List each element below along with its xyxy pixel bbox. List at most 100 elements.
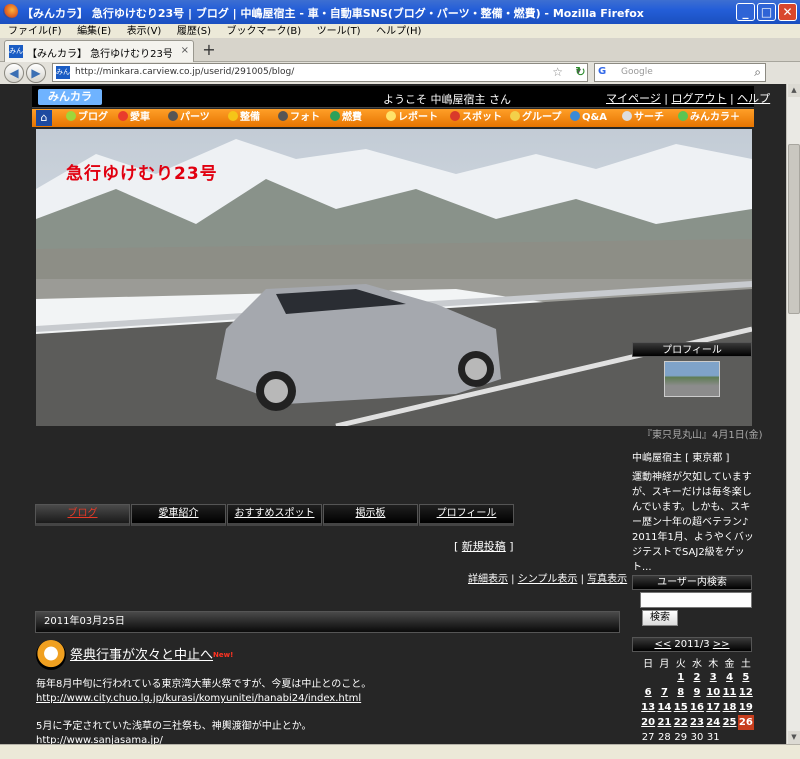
nav-item-1[interactable]: 愛車 (118, 111, 150, 125)
blog-title[interactable]: 急行ゆけむり23号 (66, 159, 218, 184)
entry-link[interactable]: http://www.city.chuo.lg.jp/kurasi/komyun… (36, 692, 616, 706)
new-badge: New! (213, 651, 234, 659)
maximize-button[interactable]: □ (757, 3, 776, 21)
minimize-button[interactable]: _ (736, 3, 755, 21)
nav-item-label: ブログ (78, 112, 108, 123)
user-search-input[interactable] (640, 592, 752, 608)
bookmark-star-icon[interactable]: ☆ (552, 65, 563, 79)
nav-item-5[interactable]: 燃費 (330, 111, 362, 125)
nav-item-2[interactable]: パーツ (168, 111, 210, 125)
user-search-button[interactable]: 検索 (642, 610, 678, 626)
simple-view-link[interactable]: シンプル表示 (518, 574, 578, 585)
menu-tools[interactable]: ツール(T) (317, 25, 361, 39)
entry-date: 2011年03月25日 (35, 611, 620, 633)
minkara-logo[interactable]: みんカラ (38, 89, 102, 105)
nav-item-10[interactable]: サーチ (622, 111, 664, 125)
calendar-day[interactable]: 24 (705, 715, 721, 730)
google-icon[interactable]: G (598, 66, 612, 80)
calendar-day[interactable]: 14 (656, 700, 672, 715)
tab-board[interactable]: 掲示板 (323, 504, 418, 526)
calendar-day (640, 670, 656, 685)
calendar-day[interactable]: 7 (656, 685, 672, 700)
nav-item-icon (330, 111, 340, 121)
nav-item-8[interactable]: グループ (510, 111, 561, 125)
tab-spot[interactable]: おすすめスポット (227, 504, 322, 526)
new-post-link[interactable]: 新規投稿 (462, 540, 506, 553)
calendar-day[interactable]: 8 (673, 685, 689, 700)
profile-name-link[interactable]: 中嶋屋宿主 (632, 453, 682, 464)
new-tab-button[interactable]: + (198, 41, 220, 61)
scroll-down-icon[interactable]: ▼ (788, 731, 800, 744)
scroll-up-icon[interactable]: ▲ (788, 84, 800, 97)
entry-link[interactable]: http://www.sanjasama.jp/ (36, 734, 616, 744)
calendar-prev-link[interactable]: << (654, 639, 671, 650)
menu-history[interactable]: 履歴(S) (177, 25, 211, 39)
url-text[interactable]: http://minkara.carview.co.jp/userid/2910… (75, 67, 294, 77)
calendar-day: 28 (658, 732, 671, 743)
nav-item-3[interactable]: 整備 (228, 111, 260, 125)
scroll-thumb[interactable] (788, 144, 800, 314)
search-bar[interactable]: G Google ⌕ (594, 63, 766, 82)
calendar-day[interactable]: 22 (673, 715, 689, 730)
logout-link[interactable]: ログアウト (671, 92, 726, 105)
profile-location-link[interactable]: 東京都 (692, 453, 722, 464)
calendar-day[interactable]: 9 (689, 685, 705, 700)
calendar-day[interactable]: 25 (721, 715, 737, 730)
mypage-link[interactable]: マイページ (606, 92, 661, 105)
tab-close-icon[interactable]: × (181, 45, 189, 56)
calendar-day[interactable]: 26 (737, 715, 754, 730)
home-icon[interactable]: ⌂ (36, 110, 52, 126)
reload-icon[interactable]: ↻ (575, 63, 591, 82)
calendar-day[interactable]: 19 (738, 700, 754, 715)
nav-item-9[interactable]: Q&A (570, 111, 607, 125)
tab-profile[interactable]: プロフィール (419, 504, 514, 526)
calendar-day[interactable]: 1 (673, 670, 689, 685)
calendar-day[interactable]: 18 (721, 700, 737, 715)
calendar-day[interactable]: 17 (705, 700, 721, 715)
calendar-day[interactable]: 21 (656, 715, 672, 730)
help-link[interactable]: ヘルプ (737, 92, 770, 105)
calendar-day[interactable]: 23 (689, 715, 705, 730)
calendar-day[interactable]: 10 (705, 685, 721, 700)
menu-bookmarks[interactable]: ブックマーク(B) (227, 25, 302, 39)
tab-blog[interactable]: ブログ (35, 504, 130, 526)
nav-item-0[interactable]: ブログ (66, 111, 108, 125)
vertical-scrollbar[interactable]: ▲ ▼ (786, 84, 800, 744)
header-caption: 『東只見丸山』4月1日(金) (642, 430, 763, 441)
browser-tab[interactable]: みん 【みんカラ】 急行ゆけむり23号 | ブログ | 中... × (4, 40, 194, 62)
menu-file[interactable]: ファイル(F) (8, 25, 62, 39)
calendar-day[interactable]: 16 (689, 700, 705, 715)
nav-item-6[interactable]: レポート (386, 111, 438, 125)
calendar-day[interactable]: 13 (640, 700, 656, 715)
site-favicon: みん (56, 66, 70, 79)
profile-photo[interactable] (664, 361, 720, 397)
calendar-day[interactable]: 15 (673, 700, 689, 715)
menu-help[interactable]: ヘルプ(H) (376, 25, 421, 39)
back-button[interactable]: ◀ (4, 63, 24, 83)
menu-edit[interactable]: 編集(E) (77, 25, 111, 39)
url-bar[interactable]: みん http://minkara.carview.co.jp/userid/2… (52, 63, 588, 82)
calendar-day[interactable]: 3 (705, 670, 721, 685)
nav-item-7[interactable]: スポット (450, 111, 502, 125)
calendar-day (738, 730, 754, 744)
tab-car[interactable]: 愛車紹介 (131, 504, 226, 526)
nav-item-11[interactable]: みんカラ＋ (678, 111, 740, 125)
calendar-day[interactable]: 20 (640, 715, 656, 730)
window-title: 【みんカラ】 急行ゆけむり23号 | ブログ | 中嶋屋宿主 - 車・自動車SN… (22, 7, 644, 20)
close-button[interactable]: ✕ (778, 3, 797, 21)
calendar-day[interactable]: 5 (738, 670, 754, 685)
search-icon[interactable]: ⌕ (754, 65, 761, 80)
calendar-day[interactable]: 12 (738, 685, 754, 700)
calendar-day[interactable]: 2 (689, 670, 705, 685)
menu-view[interactable]: 表示(V) (127, 25, 162, 39)
nav-item-4[interactable]: フォト (278, 111, 320, 125)
calendar-day[interactable]: 4 (721, 670, 737, 685)
profile-panel: プロフィール (632, 342, 752, 402)
calendar-day[interactable]: 6 (640, 685, 656, 700)
calendar-next-link[interactable]: >> (713, 639, 730, 650)
forward-button[interactable]: ▶ (26, 63, 46, 83)
detail-view-link[interactable]: 詳細表示 (468, 574, 508, 585)
photo-view-link[interactable]: 写真表示 (587, 574, 627, 585)
entry-title[interactable]: 祭典行事が次々と中止へ (70, 644, 213, 663)
calendar-day[interactable]: 11 (721, 685, 737, 700)
